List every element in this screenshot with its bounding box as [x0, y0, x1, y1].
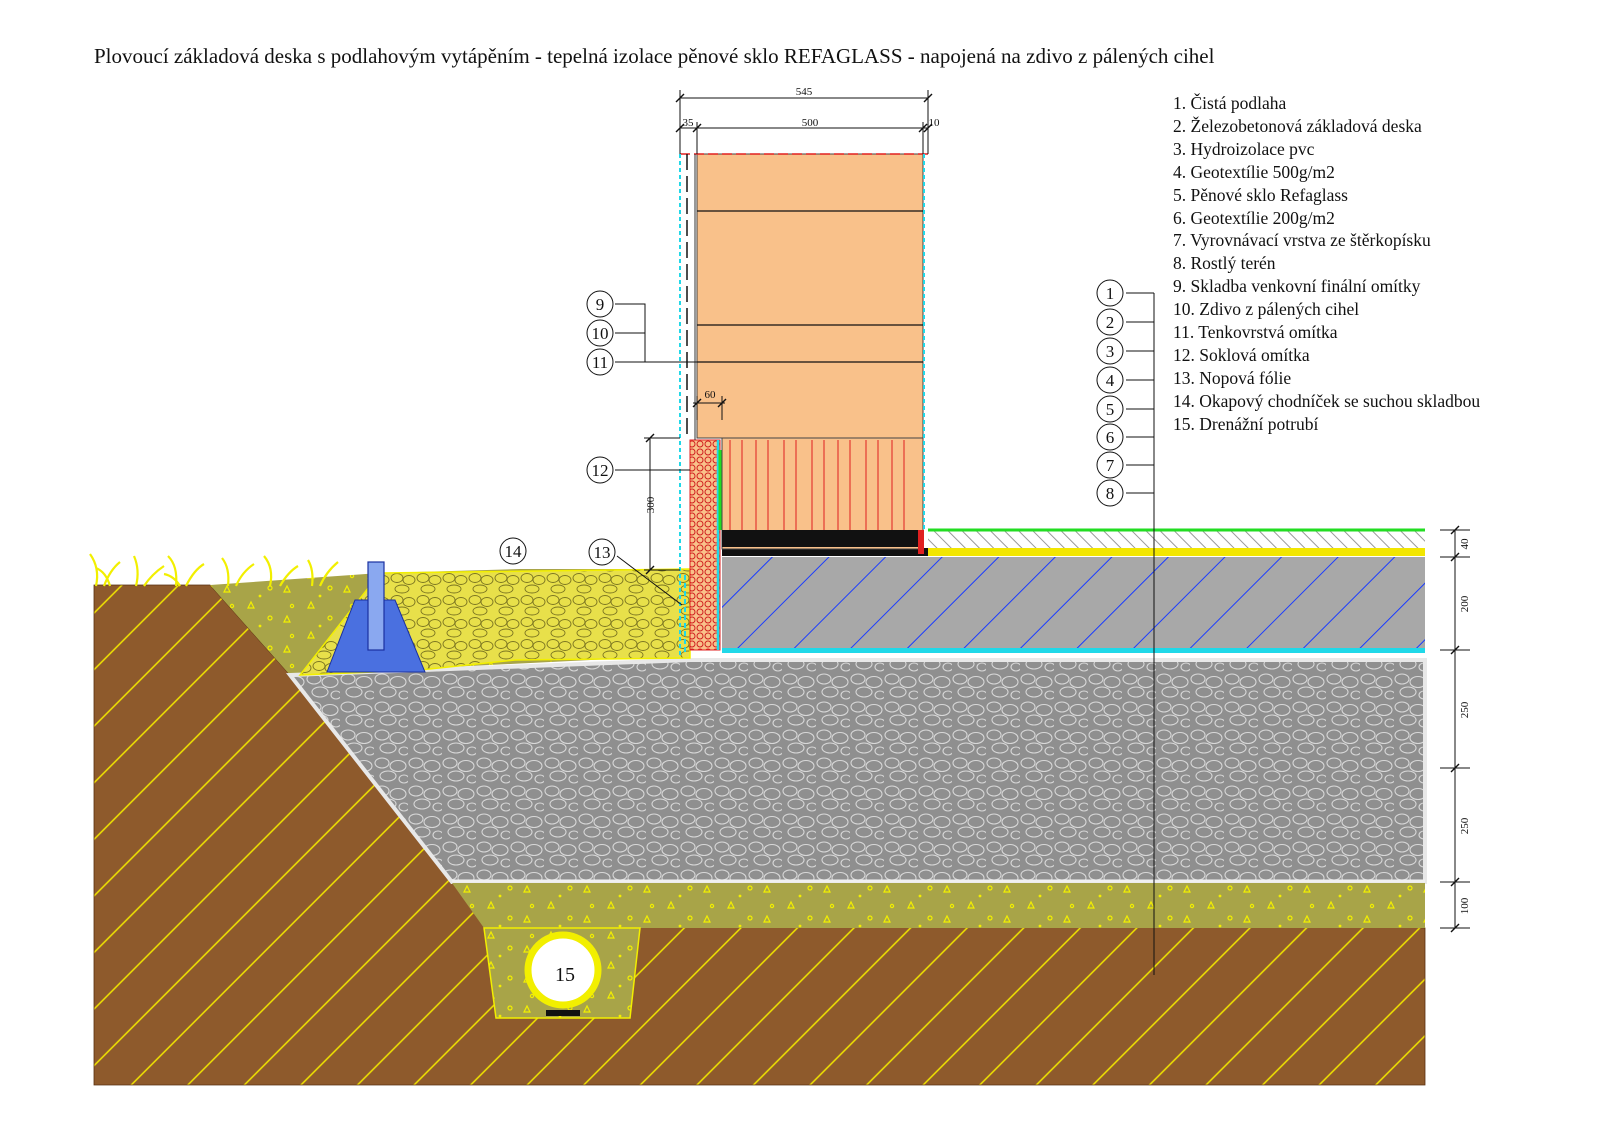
legend-item: 7. Vyrovnávací vrstva ze štěrkopísku: [1173, 230, 1431, 251]
callout-1: 1: [1096, 279, 1124, 307]
callout-6: 6: [1096, 423, 1124, 451]
dim-sokl-height: 300: [645, 496, 657, 513]
dim-levelling: 100: [1459, 897, 1471, 914]
callout-10: 10: [586, 319, 614, 347]
svg-text:13: 13: [594, 543, 611, 562]
wall-base-blocks: [721, 437, 924, 554]
svg-text:9: 9: [596, 295, 605, 314]
dim-floor: 40: [1459, 538, 1471, 550]
svg-text:7: 7: [1106, 456, 1115, 475]
callout-5: 5: [1096, 395, 1124, 423]
callout-15: 15: [555, 964, 575, 986]
svg-text:1: 1: [1106, 284, 1115, 303]
brick-wall: [680, 153, 928, 439]
svg-text:14: 14: [505, 542, 523, 561]
callout-12: 12: [586, 456, 614, 484]
concrete-slab: [722, 557, 1425, 653]
legend-item: 8. Rostlý terén: [1173, 253, 1276, 274]
dim-glass-lower: 250: [1459, 817, 1471, 834]
legend-item: 11. Tenkovrstvá omítka: [1173, 322, 1338, 343]
svg-text:15: 15: [555, 964, 575, 986]
foam-glass-bed: [286, 658, 1427, 884]
legend-item: 12. Soklová omítka: [1173, 344, 1310, 365]
callout-3: 3: [1096, 337, 1124, 365]
dim-wall-total: 545: [796, 86, 813, 98]
svg-text:11: 11: [592, 353, 608, 372]
svg-text:4: 4: [1106, 371, 1115, 390]
legend-item: 10. Zdivo z pálených cihel: [1173, 299, 1360, 320]
legend-item: 4. Geotextílie 500g/m2: [1173, 161, 1335, 182]
svg-text:8: 8: [1106, 484, 1115, 503]
callout-9: 9: [586, 290, 614, 318]
legend-item: 5. Pěnové sklo Refaglass: [1173, 184, 1348, 205]
callout-2: 2: [1096, 308, 1124, 336]
svg-text:6: 6: [1106, 428, 1115, 447]
svg-text:3: 3: [1106, 342, 1115, 361]
callout-11: 11: [586, 348, 614, 376]
dim-slab: 200: [1459, 595, 1471, 612]
callout-8: 8: [1096, 479, 1124, 507]
callout-7: 7: [1096, 451, 1124, 479]
callout-13: 13: [588, 538, 616, 566]
legend-item: 13. Nopová fólie: [1173, 367, 1292, 388]
dim-inner: 10: [929, 117, 941, 129]
callout-14: 14: [499, 537, 527, 565]
legend-item: 15. Drenážní potrubí: [1173, 413, 1319, 434]
svg-text:2: 2: [1106, 313, 1115, 332]
drawing-title: Plovoucí základová deska s podlahovým vy…: [94, 44, 1215, 68]
legend-item: 3. Hydroizolace pvc: [1173, 138, 1315, 159]
svg-text:10: 10: [592, 324, 609, 343]
plinth-insulation: [689, 439, 721, 651]
legend-item: 1. Čistá podlaha: [1173, 93, 1287, 113]
dim-sokl-depth: 60: [705, 389, 717, 401]
svg-text:12: 12: [592, 461, 609, 480]
legend-item: 14. Okapový chodníček se suchou skladbou: [1173, 390, 1481, 411]
dim-brick: 500: [802, 117, 819, 129]
dim-glass-upper: 250: [1459, 701, 1471, 718]
svg-text:5: 5: [1106, 400, 1115, 419]
levelling-layer: [452, 879, 1425, 928]
callout-4: 4: [1096, 366, 1124, 394]
layer-legend: 1. Čistá podlaha 2. Železobetonová zákla…: [1173, 92, 1480, 436]
legend-item: 9. Skladba venkovní finální omítky: [1173, 276, 1421, 297]
legend-item: 2. Železobetonová základová deska: [1173, 115, 1422, 136]
dim-outer: 35: [683, 117, 695, 129]
legend-item: 6. Geotextílie 200g/m2: [1173, 207, 1335, 228]
